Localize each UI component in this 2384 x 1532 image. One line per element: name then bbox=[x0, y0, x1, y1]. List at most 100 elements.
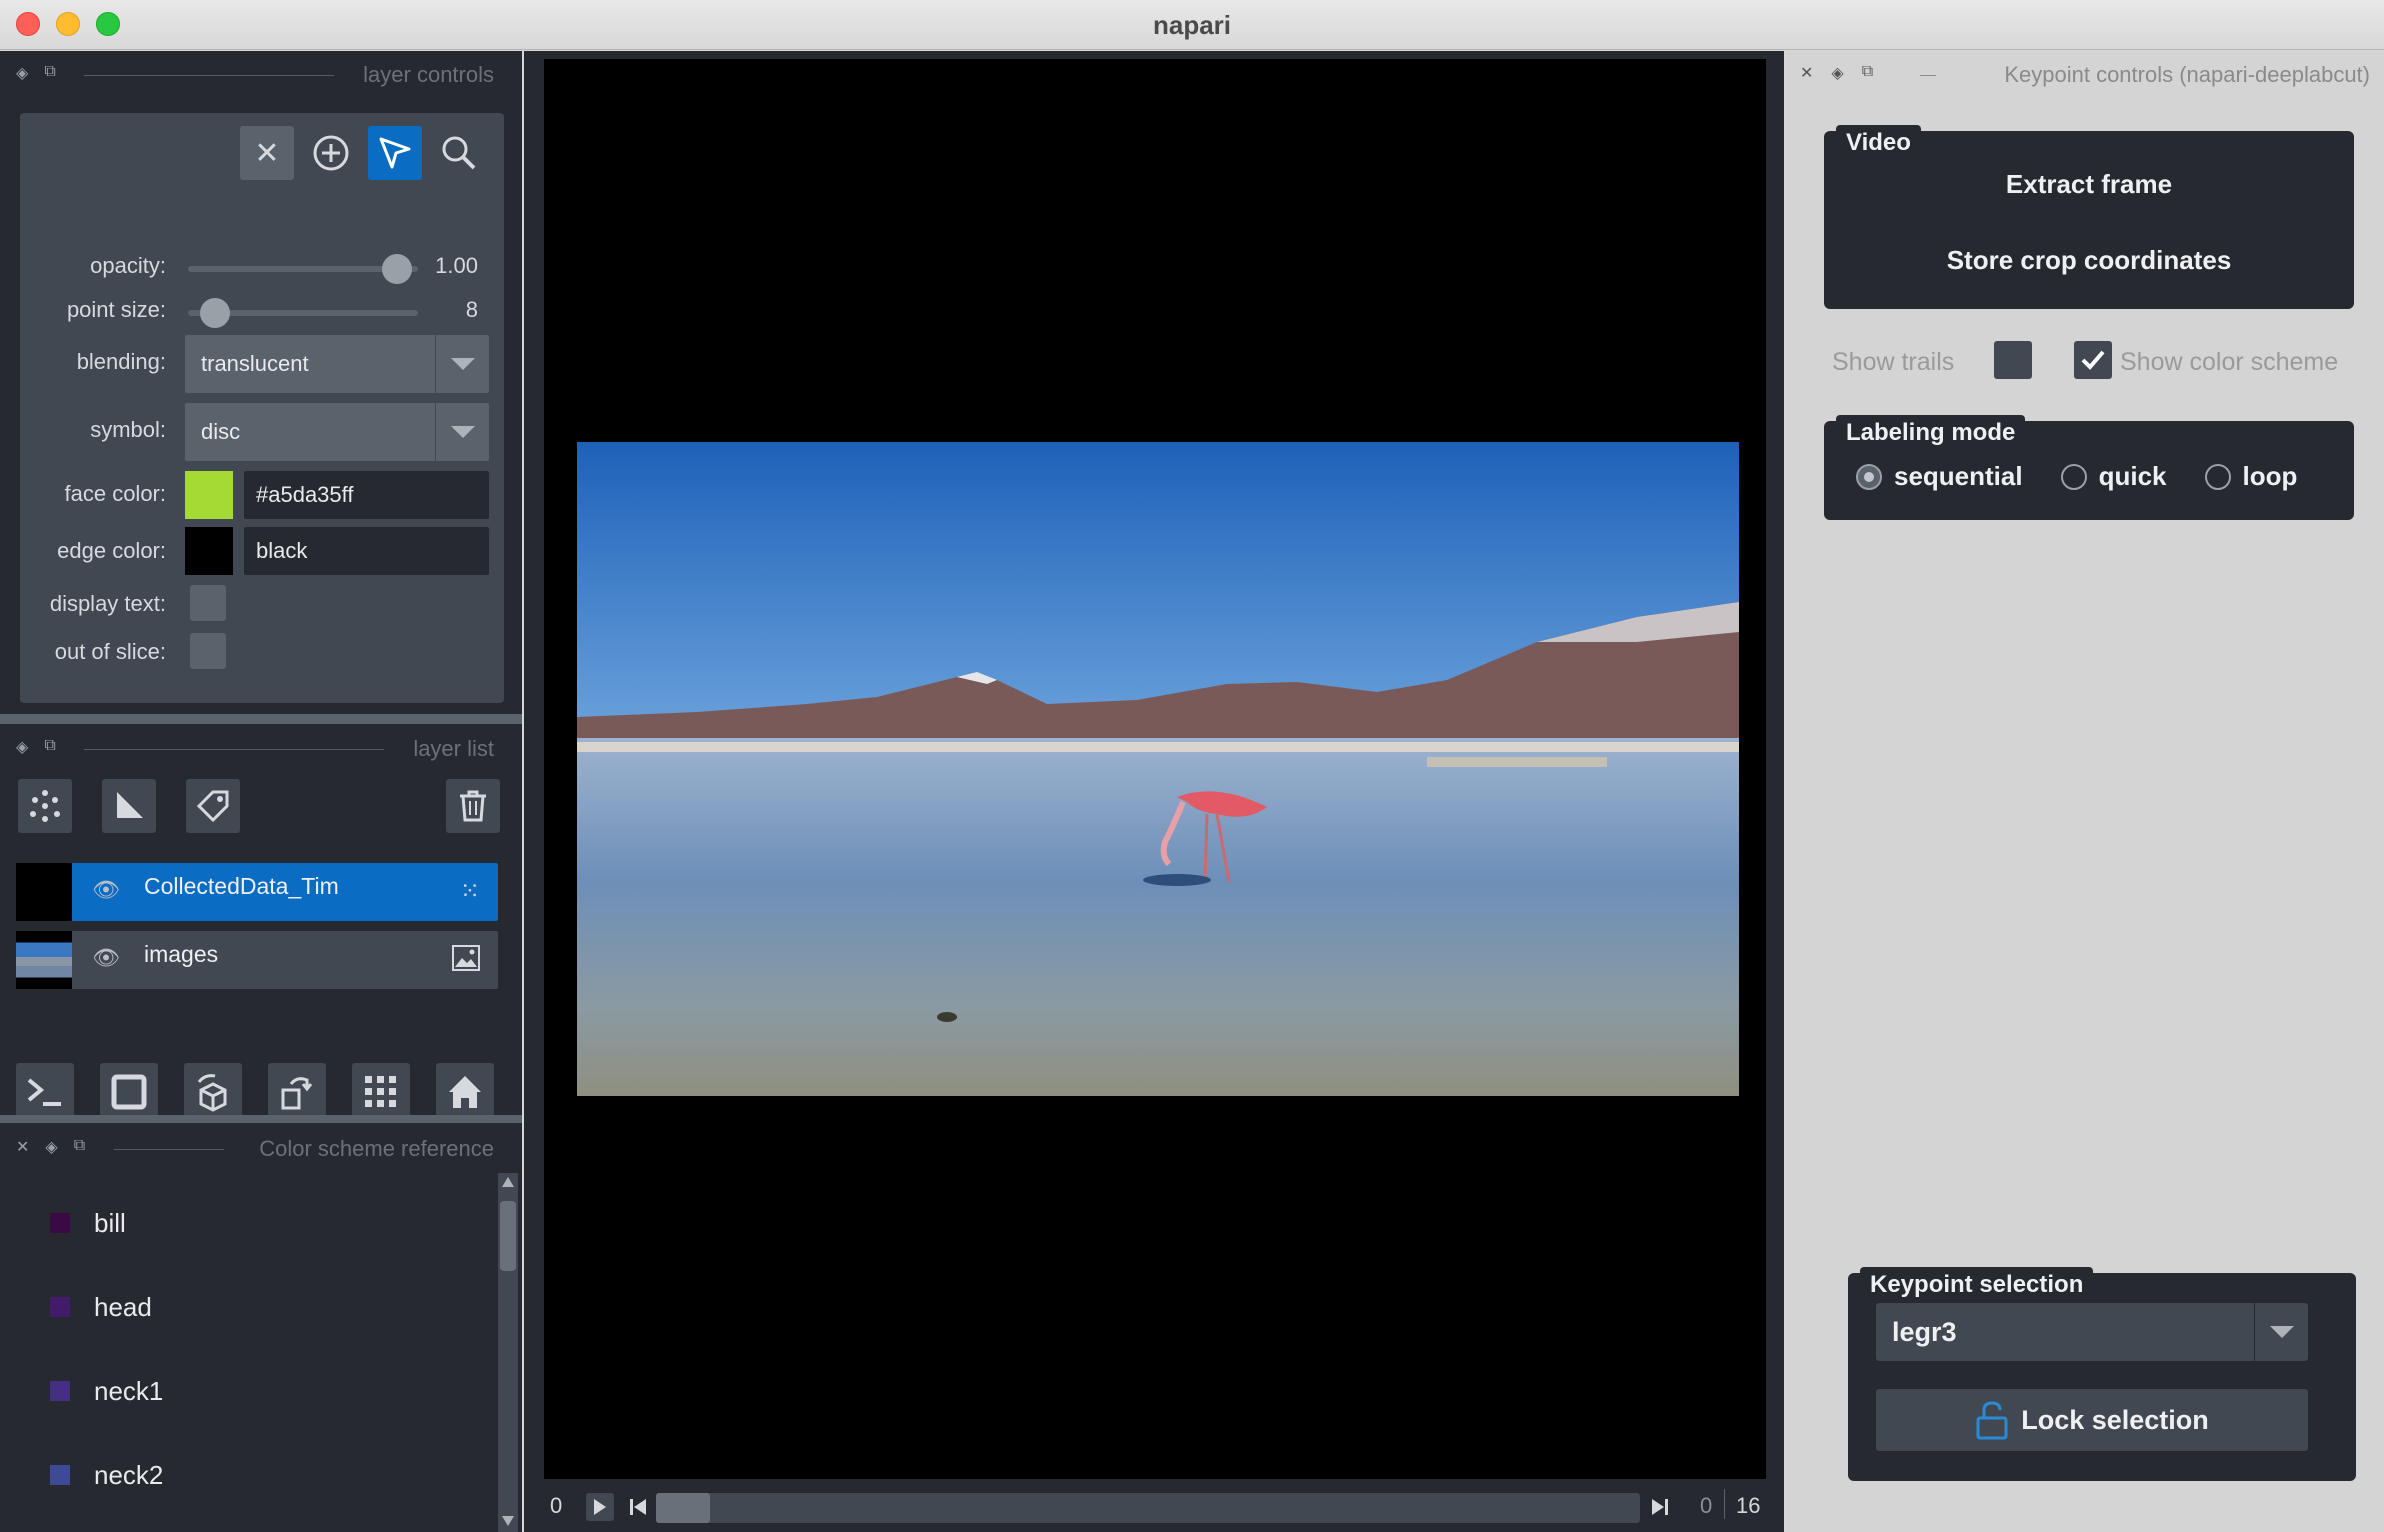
right-dock: ✕ ◈ ⧉ Keypoint controls (napari-deeplabc… bbox=[1786, 51, 2384, 1532]
edge-color-label: edge color: bbox=[57, 538, 166, 563]
point-size-slider-handle[interactable] bbox=[200, 298, 230, 328]
lock-selection-button[interactable]: Lock selection bbox=[1876, 1389, 2308, 1451]
store-crop-coordinates-button[interactable]: Store crop coordinates bbox=[1824, 245, 2354, 276]
checkmark-icon bbox=[2081, 350, 2105, 370]
list-item: neck2 bbox=[50, 1455, 163, 1495]
layer-controls-header: ◈ ⧉ layer controls bbox=[0, 51, 522, 99]
float-icon[interactable]: ◈ bbox=[45, 1137, 57, 1157]
header-divider bbox=[84, 75, 334, 76]
current-frame-value[interactable]: 0 bbox=[550, 1493, 562, 1519]
list-item: bill bbox=[50, 1203, 126, 1243]
close-icon[interactable]: ✕ bbox=[1800, 63, 1813, 83]
undock-icon[interactable]: ⧉ bbox=[44, 63, 55, 83]
frame-slider[interactable] bbox=[656, 1493, 1640, 1523]
add-points-button[interactable] bbox=[304, 126, 358, 180]
layer-name[interactable]: CollectedData_Tim bbox=[144, 873, 339, 900]
radio-indicator bbox=[2060, 463, 2087, 490]
undock-icon[interactable]: ⧉ bbox=[1862, 63, 1873, 83]
layer-list-title: layer list bbox=[413, 736, 494, 761]
layer-name[interactable]: images bbox=[144, 941, 218, 968]
extract-frame-button[interactable]: Extract frame bbox=[1824, 169, 2354, 200]
chevron-down-icon bbox=[435, 403, 489, 461]
edge-color-field[interactable]: black bbox=[244, 527, 489, 575]
napari-window: napari ◈ ⧉ layer controls ✕ opacity: 1.0… bbox=[0, 0, 2384, 1532]
step-forward-icon[interactable] bbox=[1648, 1495, 1670, 1519]
undock-icon[interactable]: ⧉ bbox=[44, 737, 55, 757]
viewer-area: 0 0 16 bbox=[524, 51, 1784, 1532]
keypoint-name: neck2 bbox=[94, 1459, 164, 1490]
point-size-value: 8 bbox=[465, 297, 478, 322]
home-button[interactable] bbox=[436, 1063, 494, 1121]
square-icon bbox=[111, 1074, 147, 1110]
pointer-icon bbox=[379, 137, 411, 169]
close-icon: ✕ bbox=[254, 136, 280, 170]
frame-slider-handle[interactable] bbox=[656, 1493, 710, 1523]
opacity-slider-handle[interactable] bbox=[382, 254, 412, 284]
out-of-slice-checkbox[interactable] bbox=[190, 633, 226, 669]
face-color-field[interactable]: #a5da35ff bbox=[244, 471, 489, 519]
labeling-mode-title: Labeling mode bbox=[1836, 415, 2026, 451]
face-color-swatch[interactable] bbox=[185, 471, 233, 519]
radio-indicator bbox=[1856, 463, 1882, 490]
scroll-down-icon[interactable] bbox=[502, 1516, 514, 1526]
blending-dropdown[interactable]: translucent bbox=[185, 335, 489, 393]
cube-rotate-icon bbox=[197, 1074, 227, 1112]
layer-row-images[interactable]: 👁 images bbox=[16, 931, 498, 989]
delete-points-button[interactable]: ✕ bbox=[240, 126, 294, 180]
scroll-up-icon[interactable] bbox=[502, 1177, 514, 1187]
symbol-label: symbol: bbox=[90, 417, 166, 442]
keypoint-name: neck1 bbox=[94, 1375, 164, 1406]
color-swatch bbox=[50, 1213, 70, 1233]
pan-zoom-button[interactable] bbox=[432, 126, 486, 180]
new-shapes-layer-button[interactable] bbox=[102, 779, 156, 833]
new-labels-layer-button[interactable] bbox=[186, 779, 240, 833]
radio-sequential[interactable]: sequential bbox=[1856, 461, 2023, 492]
window-title: napari bbox=[1152, 10, 1232, 40]
total-frames-value: 16 bbox=[1736, 1493, 1761, 1518]
symbol-dropdown[interactable]: disc bbox=[185, 403, 489, 461]
transpose-button[interactable] bbox=[268, 1063, 326, 1121]
new-points-layer-button[interactable] bbox=[18, 779, 72, 833]
dock-splitter[interactable] bbox=[0, 1115, 522, 1123]
show-color-scheme-checkbox[interactable] bbox=[2074, 341, 2112, 379]
eye-icon[interactable]: 👁 bbox=[92, 877, 120, 903]
show-trails-checkbox[interactable] bbox=[1994, 341, 2032, 379]
scrollbar-thumb[interactable] bbox=[500, 1201, 516, 1271]
home-icon bbox=[449, 1076, 481, 1108]
header-divider bbox=[114, 1149, 224, 1150]
float-icon[interactable]: ◈ bbox=[1831, 63, 1843, 83]
grid-view-button[interactable] bbox=[352, 1063, 410, 1121]
viewer-canvas[interactable] bbox=[544, 59, 1766, 1479]
dock-splitter[interactable] bbox=[0, 714, 522, 724]
close-icon[interactable]: ✕ bbox=[16, 1137, 29, 1157]
radio-quick[interactable]: quick bbox=[2060, 461, 2167, 492]
console-button[interactable] bbox=[16, 1063, 74, 1121]
select-points-button[interactable] bbox=[368, 126, 422, 180]
scrollbar[interactable] bbox=[498, 1173, 518, 1532]
color-scheme-list: bill head neck1 neck2 bbox=[0, 1173, 522, 1532]
display-text-checkbox[interactable] bbox=[190, 585, 226, 621]
keypoint-dropdown[interactable]: legr3 bbox=[1876, 1303, 2308, 1361]
step-back-icon[interactable] bbox=[628, 1495, 650, 1519]
keypoint-selection-group: Keypoint selection legr3 Lock selection bbox=[1848, 1267, 2356, 1481]
tag-icon bbox=[196, 790, 229, 823]
layer-row-collecteddata[interactable]: 👁 CollectedData_Tim ⁙ bbox=[16, 863, 498, 921]
video-group-title: Video bbox=[1836, 125, 1921, 161]
title-bar: napari bbox=[0, 0, 2384, 50]
flamingo-image[interactable] bbox=[577, 442, 1739, 1096]
float-icon[interactable]: ◈ bbox=[16, 737, 28, 757]
float-icon[interactable]: ◈ bbox=[16, 63, 28, 83]
color-swatch bbox=[50, 1297, 70, 1317]
layer-controls-panel: ✕ opacity: 1.00 point size: 8 blending: … bbox=[20, 113, 504, 703]
eye-icon[interactable]: 👁 bbox=[92, 945, 120, 971]
slider-position-value: 0 bbox=[1700, 1493, 1713, 1518]
ndisplay-button[interactable] bbox=[100, 1063, 158, 1121]
edge-color-swatch[interactable] bbox=[185, 527, 233, 575]
undock-icon[interactable]: ⧉ bbox=[74, 1137, 85, 1157]
header-divider bbox=[84, 749, 384, 750]
left-dock: ◈ ⧉ layer controls ✕ opacity: 1.00 point… bbox=[0, 51, 522, 1532]
radio-loop[interactable]: loop bbox=[2204, 461, 2297, 492]
play-button[interactable] bbox=[586, 1493, 614, 1521]
roll-dimensions-button[interactable] bbox=[184, 1063, 242, 1121]
delete-layer-button[interactable] bbox=[446, 779, 500, 833]
